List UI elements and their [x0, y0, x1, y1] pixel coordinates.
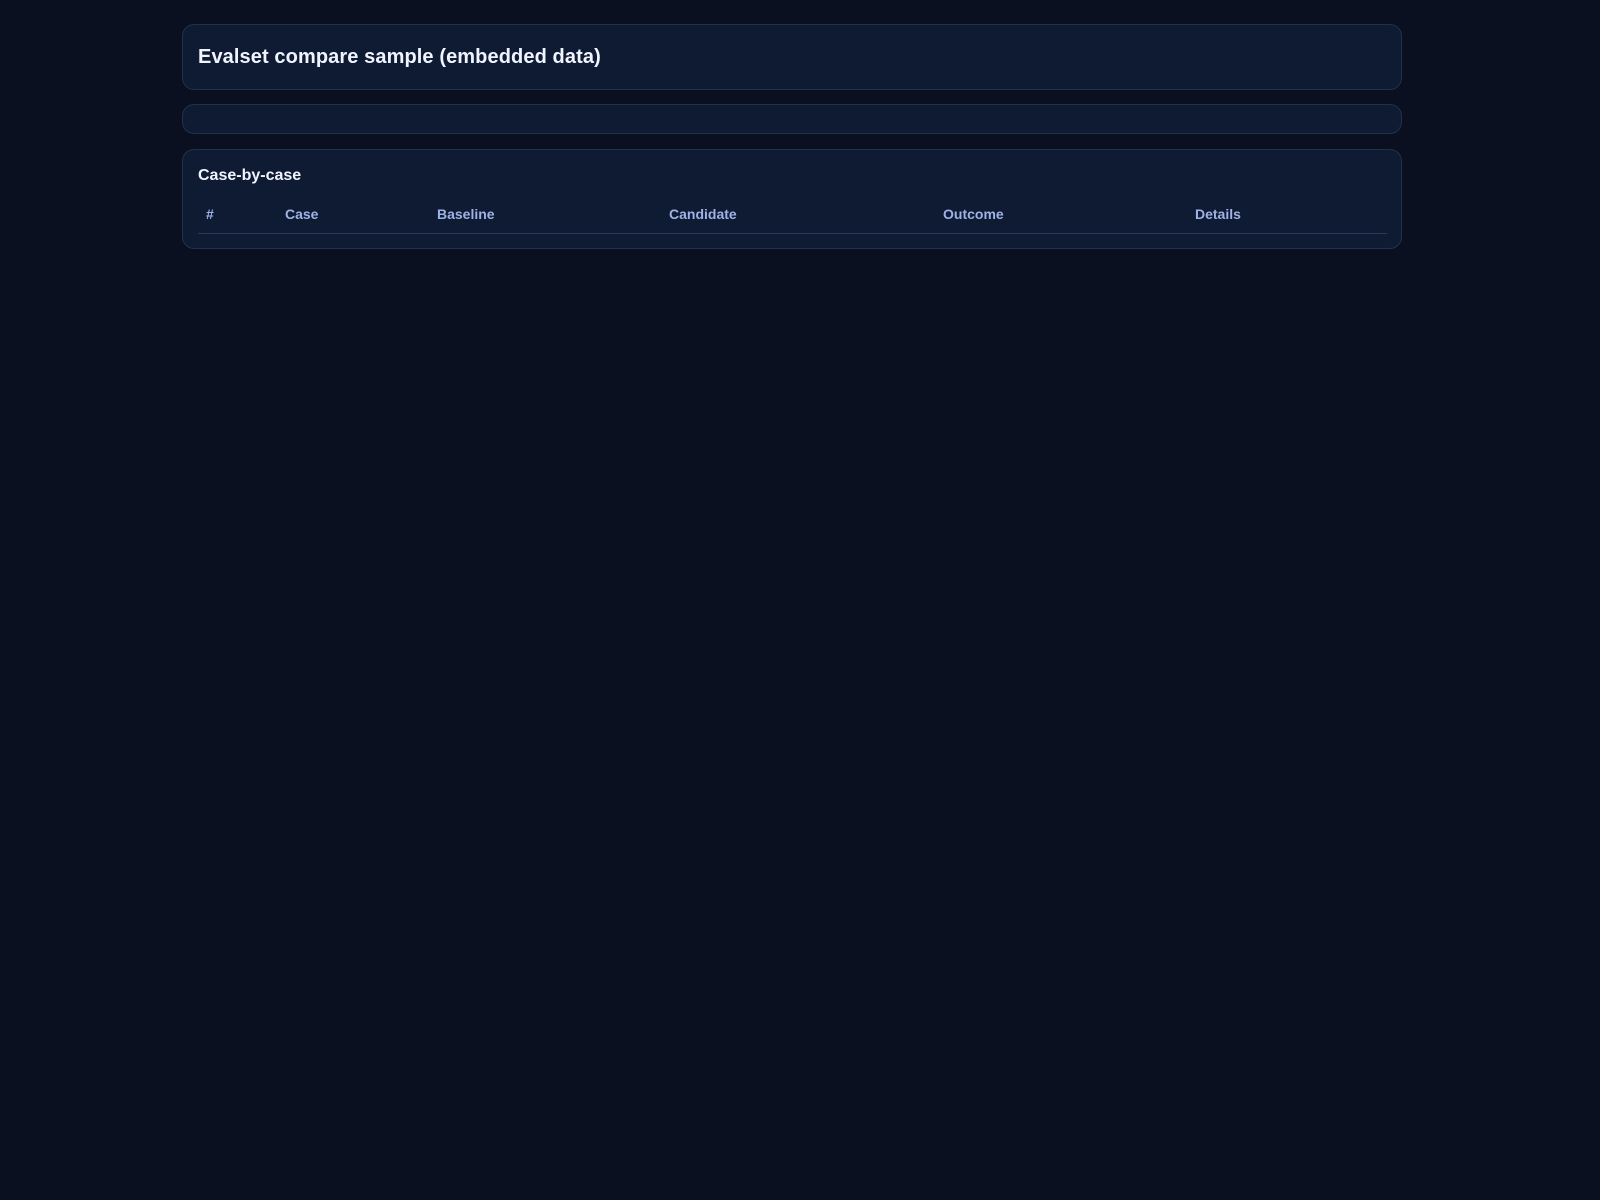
- page-title: Evalset compare sample (embedded data): [198, 45, 601, 68]
- header-card: Evalset compare sample (embedded data): [182, 24, 1402, 90]
- cases-card: Case-by-case # Case Baseline Candidate O…: [182, 149, 1402, 249]
- column-header-outcome: Outcome: [935, 205, 1187, 234]
- cases-table: # Case Baseline Candidate Outcome Detail…: [198, 205, 1387, 234]
- table-header-row: # Case Baseline Candidate Outcome Detail…: [198, 205, 1387, 234]
- column-header-case: Case: [277, 205, 429, 234]
- column-header-index: #: [198, 205, 277, 234]
- column-header-details: Details: [1187, 205, 1387, 234]
- summary-card: [182, 104, 1402, 134]
- column-header-baseline: Baseline: [429, 205, 661, 234]
- section-title: Case-by-case: [198, 167, 302, 184]
- column-header-candidate: Candidate: [661, 205, 935, 234]
- page-container: Evalset compare sample (embedded data) C…: [182, 24, 1402, 249]
